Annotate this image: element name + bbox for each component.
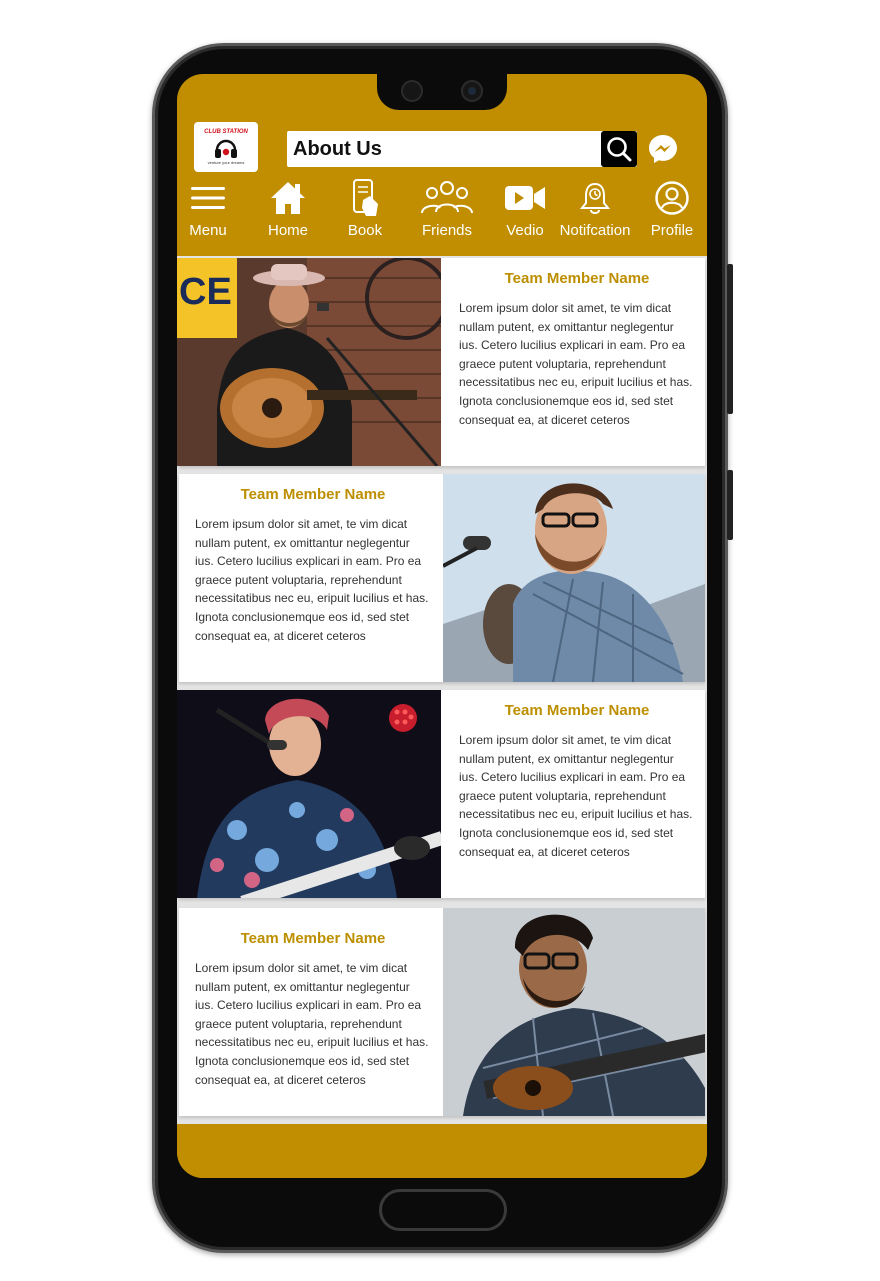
nav-label-menu: Menu <box>189 222 227 239</box>
top-bar: CLUB STATION venture your dreams <box>177 122 707 178</box>
nav-label-friends: Friends <box>421 222 473 239</box>
logo-brand: CLUB STATION <box>204 129 248 135</box>
nav-label-home: Home <box>267 222 308 239</box>
nav-label-book: Book <box>347 222 383 239</box>
front-camera-icon <box>461 80 483 102</box>
profile-icon <box>654 178 690 218</box>
friends-icon <box>420 178 474 218</box>
bottom-bar <box>177 1124 707 1178</box>
member-name: Team Member Name <box>504 270 650 287</box>
member-info: Team Member Name Lorem ipsum dolor sit a… <box>443 690 705 898</box>
nav-item-menu[interactable]: Menu <box>177 178 248 240</box>
member-name: Team Member Name <box>240 486 386 503</box>
main-nav: Menu Home Book Friends Vedio Notifcation… <box>177 178 707 254</box>
member-info: Team Member Name Lorem ipsum dolor sit a… <box>179 908 441 1116</box>
member-info: Team Member Name Lorem ipsum dolor sit a… <box>179 474 441 682</box>
member-photo <box>443 474 705 682</box>
member-bio: Lorem ipsum dolor sit amet, te vim dicat… <box>459 733 693 859</box>
nav-item-home[interactable]: Home <box>248 178 328 240</box>
phone-frame: CLUB STATION venture your dreams About U… <box>152 43 733 1253</box>
search-input[interactable] <box>287 131 601 167</box>
search-icon <box>607 137 632 162</box>
book-phone-icon <box>348 178 382 218</box>
nav-item-notification[interactable]: Notifcation <box>555 178 635 240</box>
svg-text:CE: CE <box>179 271 232 313</box>
hamburger-icon <box>191 178 225 218</box>
member-bio: Lorem ipsum dolor sit amet, te vim dicat… <box>195 961 429 1087</box>
member-name: Team Member Name <box>504 702 650 719</box>
member-photo <box>443 908 705 1116</box>
team-card: Team Member Name Lorem ipsum dolor sit a… <box>179 474 705 682</box>
logo-tagline: venture your dreams <box>207 160 245 165</box>
team-card: CE Team Member Name Lorem ipsum dolor si… <box>177 258 705 466</box>
sensor-icon <box>401 80 423 102</box>
nav-label-notification: Notifcation <box>559 222 631 239</box>
nav-label-profile: Profile <box>650 222 694 239</box>
nav-item-book[interactable]: Book <box>325 178 405 240</box>
member-bio: Lorem ipsum dolor sit amet, te vim dicat… <box>459 301 693 427</box>
app-logo[interactable]: CLUB STATION venture your dreams <box>194 122 258 172</box>
team-card: Team Member Name Lorem ipsum dolor sit a… <box>177 690 705 898</box>
app-screen: CLUB STATION venture your dreams About U… <box>177 74 707 1178</box>
bell-icon <box>579 178 611 218</box>
video-camera-icon <box>503 178 547 218</box>
search-bar <box>287 131 637 167</box>
member-info: Team Member Name Lorem ipsum dolor sit a… <box>443 258 705 466</box>
home-icon <box>269 178 307 218</box>
power-button <box>727 470 733 540</box>
team-list: CE Team Member Name Lorem ipsum dolor si… <box>177 256 707 1124</box>
home-button[interactable] <box>379 1189 507 1231</box>
headphones-logo-icon <box>215 139 237 158</box>
nav-item-profile[interactable]: Profile <box>632 178 707 240</box>
member-photo <box>177 690 441 898</box>
nav-label-video: Vedio <box>506 222 544 239</box>
member-photo: CE <box>177 258 441 466</box>
volume-button <box>727 264 733 414</box>
camera-notch <box>377 74 507 110</box>
member-bio: Lorem ipsum dolor sit amet, te vim dicat… <box>195 517 429 643</box>
team-card: Team Member Name Lorem ipsum dolor sit a… <box>179 908 705 1116</box>
messenger-icon[interactable] <box>647 133 679 165</box>
nav-item-video[interactable]: Vedio <box>485 178 565 240</box>
nav-item-friends[interactable]: Friends <box>407 178 487 240</box>
search-button[interactable] <box>601 131 637 167</box>
member-name: Team Member Name <box>240 930 386 947</box>
